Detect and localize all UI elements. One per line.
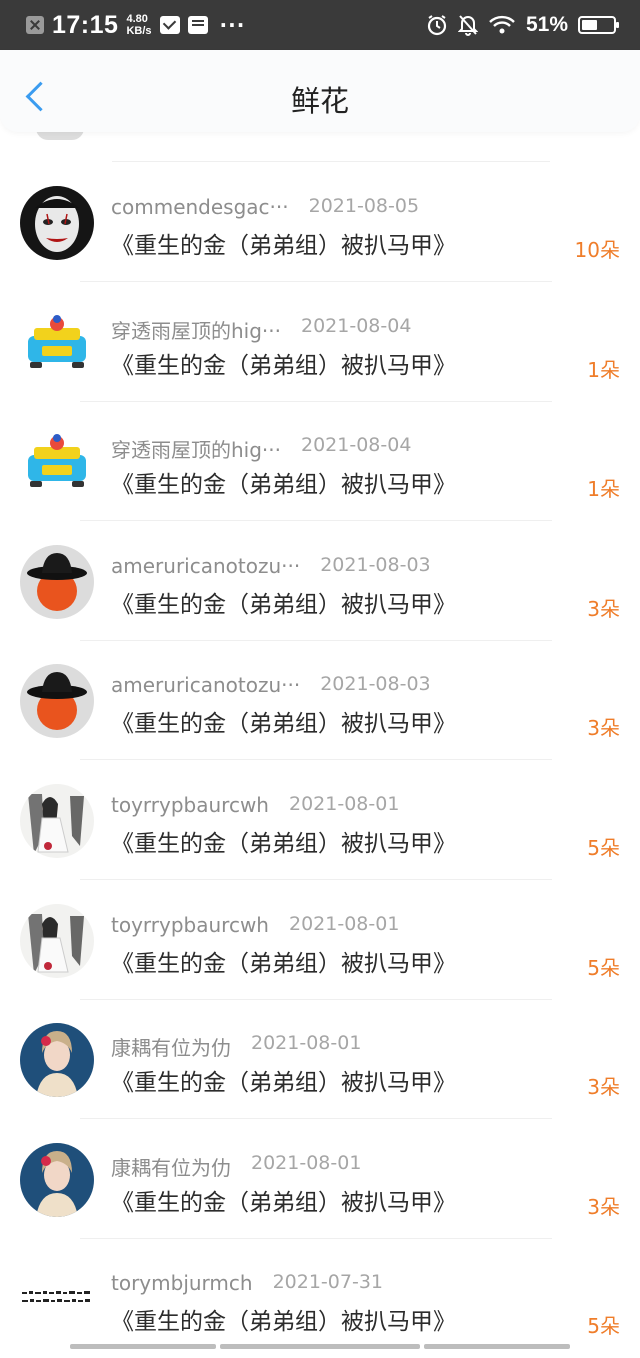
- status-time: 17:15: [52, 10, 119, 39]
- gift-date: 2021-08-01: [251, 1032, 362, 1055]
- flower-count: 3朵: [587, 1075, 620, 1100]
- gift-date: 2021-08-01: [288, 912, 400, 935]
- list-item[interactable]: commendesgac··· 2021-08-05 《重生的金（弟弟组）被扒马甲》…: [0, 162, 640, 282]
- status-bar: 17:15 4.80 KB/s ··· 51%: [0, 0, 640, 50]
- user-name[interactable]: commendesgac···: [111, 195, 289, 219]
- book-title[interactable]: 《重生的金（弟弟组）被扒马甲》: [111, 824, 456, 858]
- user-name[interactable]: ameruricanotozu···: [111, 673, 300, 697]
- toy-car-avatar[interactable]: [20, 425, 94, 500]
- battery-percent: 51%: [525, 13, 568, 36]
- gift-date: 2021-08-05: [308, 195, 420, 217]
- mute-bell-icon: [457, 14, 478, 36]
- list-item[interactable]: 穿透雨屋顶的hig··· 2021-08-04 《重生的金（弟弟组）被扒马甲》 1朵: [0, 401, 640, 522]
- woman-portrait-avatar[interactable]: [20, 1023, 94, 1098]
- clown-avatar[interactable]: [20, 186, 94, 260]
- wifi-icon: [488, 15, 516, 35]
- user-name[interactable]: 康耦有位为仂: [111, 1032, 231, 1061]
- page-title: 鲜花: [290, 84, 349, 118]
- flower-count: 1朵: [587, 477, 620, 502]
- gift-date: 2021-07-31: [272, 1271, 383, 1294]
- gift-date: 2021-08-01: [288, 793, 400, 815]
- gift-date: 2021-08-04: [301, 314, 412, 337]
- battery-icon: [578, 16, 619, 34]
- user-name[interactable]: 康耦有位为仂: [111, 1152, 231, 1181]
- list-item[interactable]: 穿透雨屋顶的hig··· 2021-08-04 《重生的金（弟弟组）被扒马甲》 1朵: [0, 282, 640, 402]
- list-item[interactable]: toyrrypbaurcwh 2021-08-01 《重生的金（弟弟组）被扒马甲》 5…: [0, 880, 640, 1000]
- flower-count: 5朵: [587, 955, 620, 980]
- more-notifications: ···: [219, 13, 246, 37]
- flower-count: 5朵: [587, 1314, 620, 1339]
- gift-date: 2021-08-03: [320, 553, 431, 576]
- book-title[interactable]: 《重生的金（弟弟组）被扒马甲》: [111, 1063, 456, 1097]
- book-title[interactable]: 《重生的金（弟弟组）被扒马甲》: [111, 346, 456, 380]
- book-title[interactable]: 《重生的金（弟弟组）被扒马甲》: [111, 1302, 456, 1336]
- notification-close-icon: [26, 16, 44, 34]
- orange-hat-avatar[interactable]: [20, 664, 94, 739]
- list-item[interactable]: ameruricanotozu··· 2021-08-03 《重生的金（弟弟组）被扒…: [0, 521, 640, 641]
- woman-portrait-avatar[interactable]: [20, 1142, 94, 1217]
- user-name[interactable]: 穿透雨屋顶的hig···: [111, 434, 281, 463]
- network-speed: 4.80 KB/s: [126, 13, 151, 37]
- user-name[interactable]: ameruricanotozu···: [111, 554, 300, 578]
- list-item[interactable]: torymbjurmch 2021-07-31 《重生的金（弟弟组）被扒马甲》 5朵: [0, 1238, 640, 1358]
- flower-count: 3朵: [587, 596, 620, 621]
- book-title[interactable]: 《重生的金（弟弟组）被扒马甲》: [111, 585, 456, 619]
- book-title[interactable]: 《重生的金（弟弟组）被扒马甲》: [111, 226, 456, 260]
- book-title[interactable]: 《重生的金（弟弟组）被扒马甲》: [111, 944, 456, 978]
- book-title[interactable]: 《重生的金（弟弟组）被扒马甲》: [111, 465, 456, 499]
- list-item[interactable]: 康耦有位为仂 2021-08-01 《重生的金（弟弟组）被扒马甲》 3朵: [0, 1119, 640, 1239]
- message-icon: [159, 16, 180, 34]
- user-name[interactable]: toyrrypbaurcwh: [111, 793, 269, 817]
- network-speed-value: 4.80: [126, 13, 148, 25]
- gift-date: 2021-08-04: [301, 434, 412, 457]
- anime-girl-avatar[interactable]: [20, 903, 94, 978]
- user-name[interactable]: 穿透雨屋顶的hig···: [111, 315, 281, 344]
- user-name[interactable]: toyrrypbaurcwh: [111, 913, 269, 937]
- user-name[interactable]: torymbjurmch: [111, 1271, 253, 1295]
- battery-level: [582, 20, 598, 30]
- anime-girl-avatar[interactable]: [20, 784, 94, 858]
- flower-count: 1朵: [587, 357, 620, 382]
- list-item[interactable]: toyrrypbaurcwh 2021-08-01 《重生的金（弟弟组）被扒马甲》 5…: [0, 760, 640, 880]
- orange-hat-avatar[interactable]: [20, 544, 94, 619]
- list-item[interactable]: 康耦有位为仂 2021-08-01 《重生的金（弟弟组）被扒马甲》 3朵: [0, 999, 640, 1120]
- home-indicator: [70, 1344, 570, 1351]
- list-item[interactable]: ameruricanotozu··· 2021-08-03 《重生的金（弟弟组）被扒…: [0, 640, 640, 761]
- flower-count: 3朵: [587, 1194, 620, 1219]
- nav-header: 鲜花: [0, 50, 640, 132]
- gift-date: 2021-08-01: [251, 1151, 362, 1174]
- calligraphy-avatar[interactable]: [20, 1262, 94, 1337]
- flower-count: 5朵: [587, 836, 620, 860]
- calendar-icon: [187, 16, 208, 34]
- alarm-icon: [426, 14, 448, 36]
- flower-count: 3朵: [587, 716, 620, 741]
- network-speed-unit: KB/s: [126, 25, 152, 37]
- flower-count: 10朵: [574, 238, 620, 262]
- toy-car-avatar[interactable]: [20, 305, 94, 380]
- book-title[interactable]: 《重生的金（弟弟组）被扒马甲》: [111, 1183, 456, 1217]
- book-title[interactable]: 《重生的金（弟弟组）被扒马甲》: [111, 704, 456, 738]
- gift-date: 2021-08-03: [320, 673, 431, 696]
